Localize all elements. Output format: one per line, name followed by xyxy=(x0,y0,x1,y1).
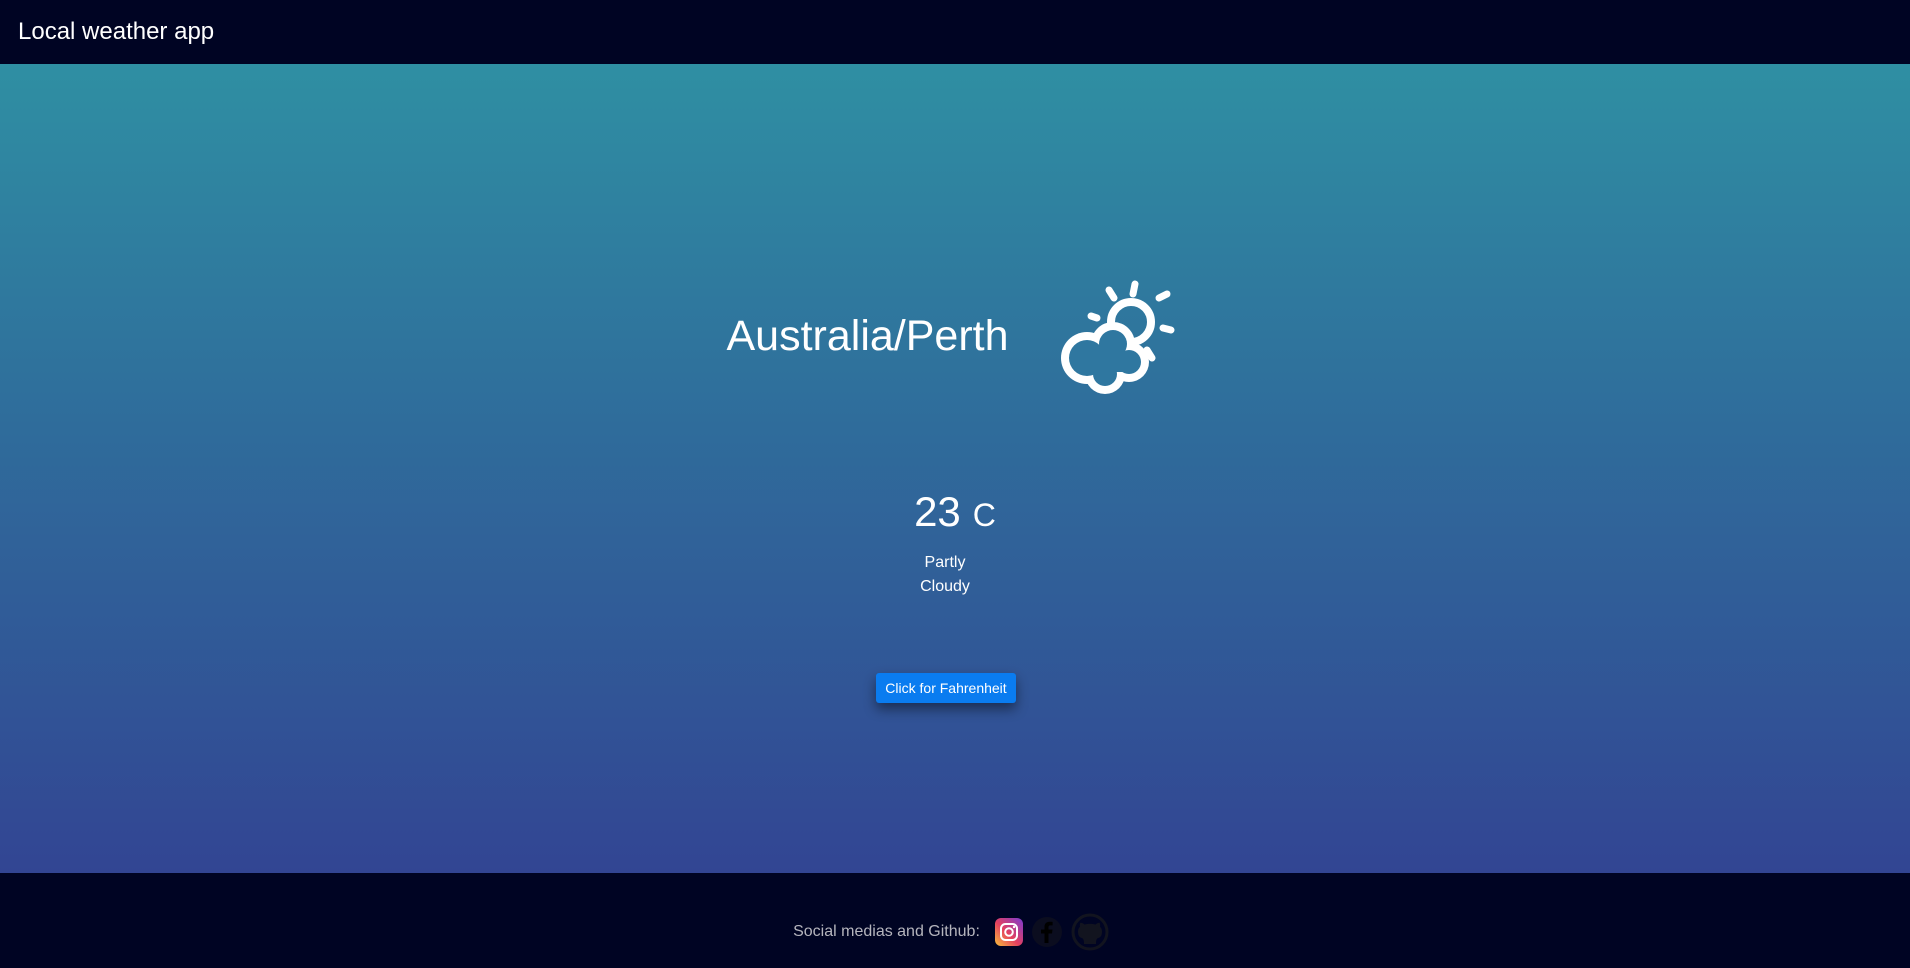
github-icon[interactable] xyxy=(1071,913,1109,951)
location-row: Australia/Perth xyxy=(0,274,1910,399)
location-name: Australia/Perth xyxy=(726,312,1009,360)
partly-cloudy-icon xyxy=(1049,274,1184,399)
footer: Social medias and Github: xyxy=(0,873,1910,968)
app-title[interactable]: Local weather app xyxy=(18,18,214,46)
weather-condition: Partly Cloudy xyxy=(920,554,970,595)
instagram-icon[interactable] xyxy=(994,918,1023,946)
navbar: Local weather app xyxy=(0,0,1910,64)
temperature-unit: C xyxy=(972,497,996,533)
footer-row: Social medias and Github: xyxy=(0,913,1910,951)
footer-label: Social medias and Github: xyxy=(793,923,980,940)
weather-panel: Australia/Perth 23 C Partly Cloudy Click… xyxy=(0,64,1910,873)
facebook-icon[interactable] xyxy=(1031,916,1063,948)
fahrenheit-toggle-button[interactable]: Click for Fahrenheit xyxy=(876,673,1016,703)
temperature-value: 23 xyxy=(914,488,961,535)
temperature-display: 23 C xyxy=(0,488,1910,536)
